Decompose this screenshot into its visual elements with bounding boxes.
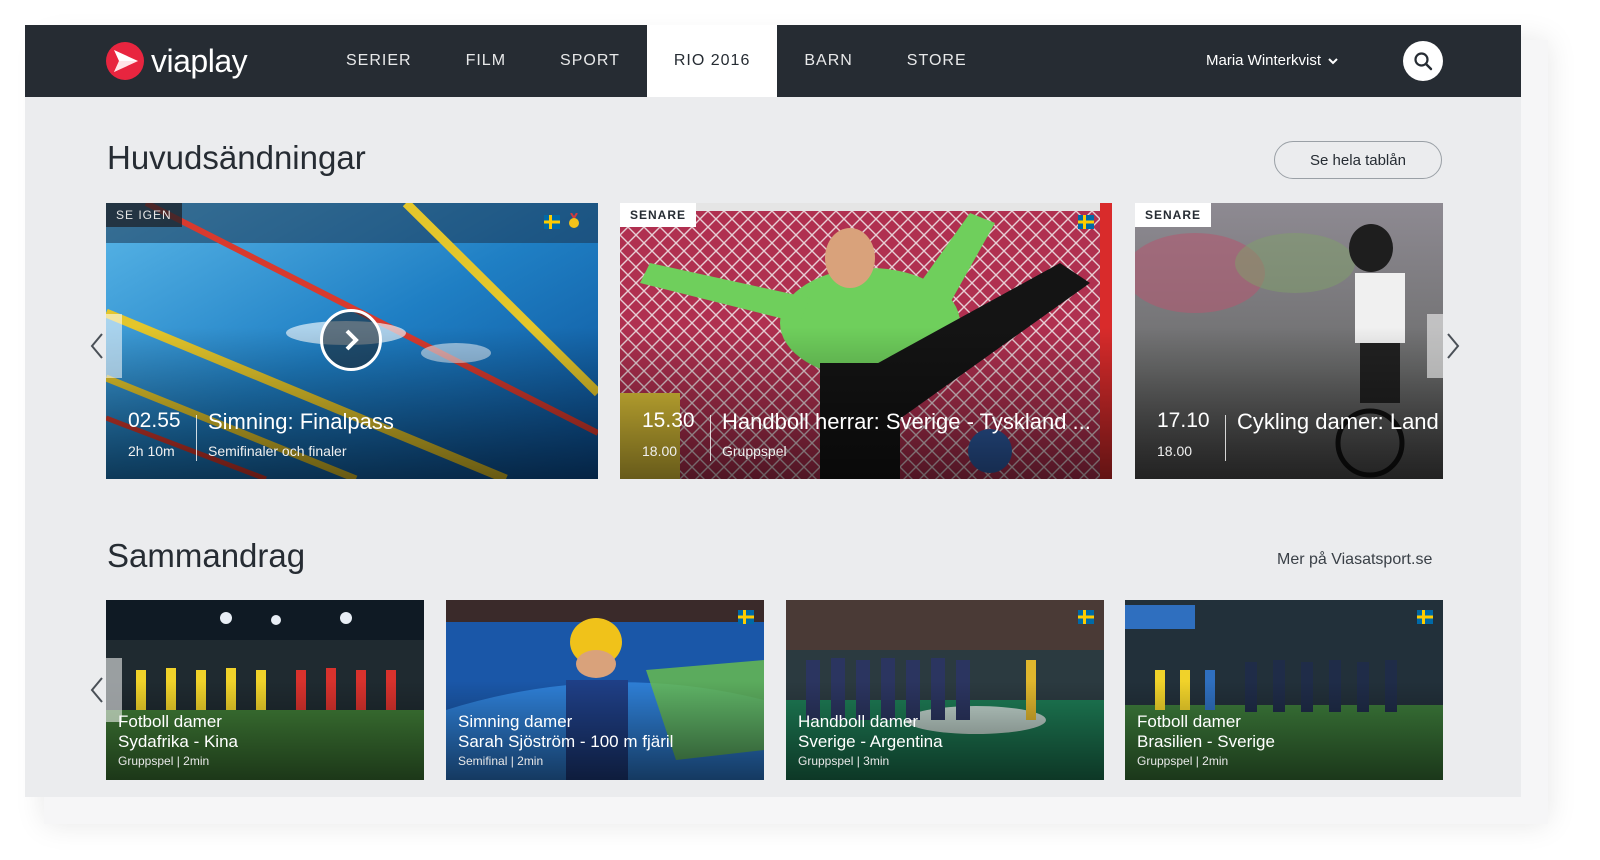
chevron-right-icon [345, 329, 359, 351]
viaplay-logo[interactable]: viaplay [105, 41, 248, 81]
logo-text: viaplay [151, 42, 248, 79]
broadcast-time: 02.55 [128, 409, 181, 432]
divider [1225, 415, 1226, 461]
summary-title: Sydafrika - Kina [118, 732, 238, 751]
card-gradient [620, 327, 1112, 479]
top-navigation-bar: viaplay SERIER FILM SPORT RIO 2016 BARN … [25, 25, 1521, 97]
chevron-right-icon [1447, 333, 1460, 359]
section-title-main-broadcasts: Huvudsändningar [107, 139, 366, 176]
main-nav: SERIER FILM SPORT RIO 2016 BARN STORE [319, 25, 994, 97]
summary-card[interactable]: Handboll damer Sverige - Argentina Grupp… [786, 600, 1104, 780]
summaries-prev-button[interactable] [79, 658, 115, 722]
carousel-prev-button[interactable] [79, 314, 115, 378]
badge-later: SENARE [620, 203, 697, 227]
play-button[interactable] [320, 309, 382, 371]
summary-sport: Handboll damer [798, 712, 919, 731]
chevron-left-icon [90, 677, 103, 703]
summary-card[interactable]: Fotboll damer Sydafrika - Kina Gruppspel… [106, 600, 424, 780]
summary-meta: Gruppspel | 2min [118, 754, 210, 768]
broadcast-card-cycling[interactable]: SENARE 17.10 18.00 Cykling damer: Land [1135, 203, 1443, 479]
summary-card[interactable]: Simning damer Sarah Sjöström - 100 m fjä… [446, 600, 764, 780]
medal-icon [569, 213, 579, 228]
broadcast-title: Cykling damer: Land [1237, 409, 1439, 434]
broadcast-title: Simning: Finalpass [208, 409, 394, 434]
summary-sport: Fotboll damer [118, 712, 222, 731]
broadcast-subtitle: Gruppspel [722, 443, 787, 459]
broadcast-card-handball[interactable]: SENARE 15.30 18.00 Handboll herrar: Sver… [620, 203, 1112, 479]
broadcast-subtitle: Semifinaler och finaler [208, 443, 347, 459]
nav-item-barn[interactable]: BARN [777, 25, 879, 97]
broadcast-card-swimming[interactable]: SE IGEN 02.55 2h 10m Simning: Finalpass … [106, 203, 598, 479]
broadcast-time: 15.30 [642, 409, 695, 432]
summary-title: Sarah Sjöström - 100 m fjäril [458, 732, 674, 751]
divider [710, 415, 711, 461]
summary-title: Brasilien - Sverige [1137, 732, 1275, 751]
broadcast-end-time: 18.00 [642, 443, 678, 459]
summary-sport: Fotboll damer [1137, 712, 1241, 731]
full-schedule-button[interactable]: Se hela tablån [1274, 141, 1442, 179]
search-button[interactable] [1403, 41, 1443, 81]
swedish-flag-icon [1417, 610, 1433, 624]
swedish-flag-icon [1078, 215, 1094, 229]
summary-meta: Gruppspel | 3min [798, 754, 890, 768]
chevron-left-icon [90, 333, 103, 359]
badge-watch-again: SE IGEN [106, 203, 182, 227]
more-viasatsport-link[interactable]: Mer på Viasatsport.se [1277, 551, 1432, 569]
carousel-next-button[interactable] [1435, 314, 1471, 378]
divider [196, 415, 197, 461]
nav-item-sport[interactable]: SPORT [533, 25, 647, 97]
user-menu[interactable]: Maria Winterkvist [1206, 25, 1339, 97]
summary-card[interactable]: Fotboll damer Brasilien - Sverige Grupps… [1125, 600, 1443, 780]
nav-item-film[interactable]: FILM [439, 25, 533, 97]
viaplay-logo-icon [106, 42, 144, 80]
viaplay-app: viaplay SERIER FILM SPORT RIO 2016 BARN … [25, 25, 1521, 797]
summary-title: Sverige - Argentina [798, 732, 943, 751]
broadcast-time: 17.10 [1157, 409, 1210, 432]
summary-meta: Gruppspel | 2min [1137, 754, 1229, 768]
nav-item-store[interactable]: STORE [880, 25, 994, 97]
nav-item-serier[interactable]: SERIER [319, 25, 439, 97]
broadcast-title: Handboll herrar: Sverige - Tyskland ... [722, 409, 1091, 434]
chevron-down-icon [1328, 58, 1338, 65]
nav-item-rio-2016[interactable]: RIO 2016 [646, 25, 778, 97]
search-icon [1414, 52, 1433, 71]
summary-sport: Simning damer [458, 712, 573, 731]
swedish-flag-icon [738, 610, 754, 624]
user-name: Maria Winterkvist [1206, 52, 1322, 69]
swedish-flag-icon [544, 215, 560, 229]
swedish-flag-icon [1078, 610, 1094, 624]
summary-meta: Semifinal | 2min [458, 754, 544, 768]
section-title-summaries: Sammandrag [107, 537, 306, 574]
badge-later: SENARE [1135, 203, 1212, 227]
broadcast-duration: 2h 10m [128, 443, 175, 459]
broadcast-end-time: 18.00 [1157, 443, 1193, 459]
